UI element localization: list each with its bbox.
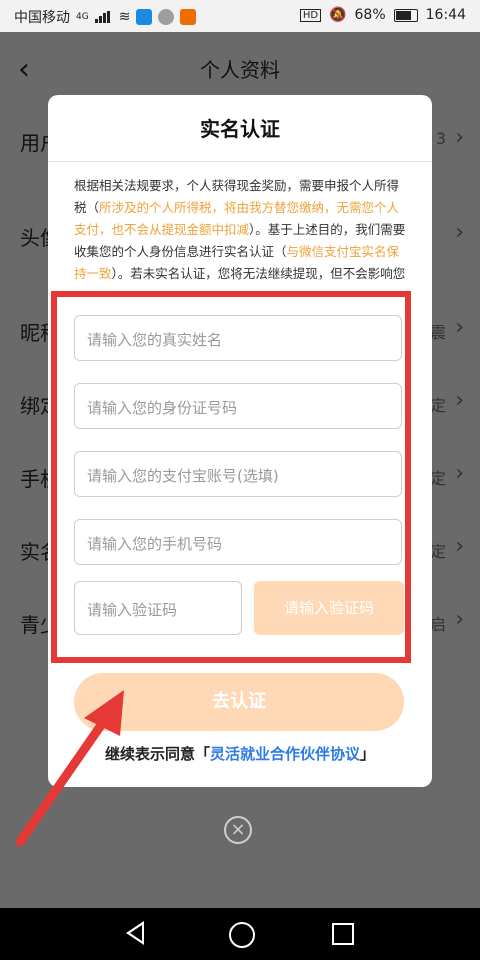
row-value: 震: [429, 323, 446, 342]
battery-icon: [393, 8, 418, 22]
dialog-description: 根据相关法规要求，个人获得现金奖励，需要申报个人所得税（所涉及的个人所得税，将由…: [74, 175, 410, 285]
app-notification-icon: [136, 9, 153, 25]
row-value: 启: [429, 615, 446, 634]
hd-icon: HD: [299, 8, 322, 22]
battery-percent: 68%: [354, 7, 386, 23]
clock: 16:44: [425, 7, 466, 23]
row-value: 定: [429, 396, 446, 415]
row-value: 定: [429, 542, 446, 561]
chevron-right-icon: ›: [455, 220, 464, 245]
dialog-title: 实名认证: [200, 117, 280, 141]
agree-prefix: 继续表示同意「: [104, 745, 210, 763]
chevron-right-icon: ›: [455, 315, 464, 340]
nav-back-icon[interactable]: [126, 921, 144, 945]
submit-verify-button[interactable]: 去认证: [74, 673, 404, 731]
agreement-text: 继续表示同意「灵活就业合作伙伴协议」: [48, 743, 432, 764]
map-notification-icon: [180, 9, 197, 25]
status-bar: 中国移动 4G ≋ HD 🔕 68% 16:44: [0, 0, 480, 32]
chat-notification-icon: [158, 9, 175, 25]
nav-home-icon[interactable]: [229, 922, 255, 948]
top-nav: ‹ 个人资料: [0, 32, 480, 102]
annotation-highlight-box: [51, 291, 411, 663]
chevron-right-icon: ›: [455, 607, 464, 632]
signal-icon: [94, 11, 113, 23]
wifi-icon: ≋: [118, 9, 131, 25]
chevron-right-icon: ›: [455, 388, 464, 413]
page-title: 个人资料: [200, 58, 280, 82]
chevron-right-icon: ›: [455, 125, 464, 150]
nav-recents-icon[interactable]: [332, 923, 354, 945]
close-icon[interactable]: ×: [224, 816, 252, 844]
carrier-label: 中国移动: [14, 10, 70, 26]
mute-icon: 🔕: [329, 7, 347, 23]
chevron-right-icon: ›: [455, 461, 464, 486]
row-value: 3: [435, 129, 446, 148]
row-value: 定: [429, 469, 446, 488]
chevron-right-icon: ›: [455, 534, 464, 559]
agree-suffix: 」: [360, 745, 376, 763]
desc-text: ）。若未实名认证，您将无法继续提现，但不会影响您使用其他功能或服务。: [111, 266, 406, 281]
system-nav-bar: [0, 908, 480, 960]
agreement-link[interactable]: 灵活就业合作伙伴协议: [210, 745, 360, 763]
divider: [48, 161, 432, 162]
network-label: 4G: [76, 12, 89, 22]
